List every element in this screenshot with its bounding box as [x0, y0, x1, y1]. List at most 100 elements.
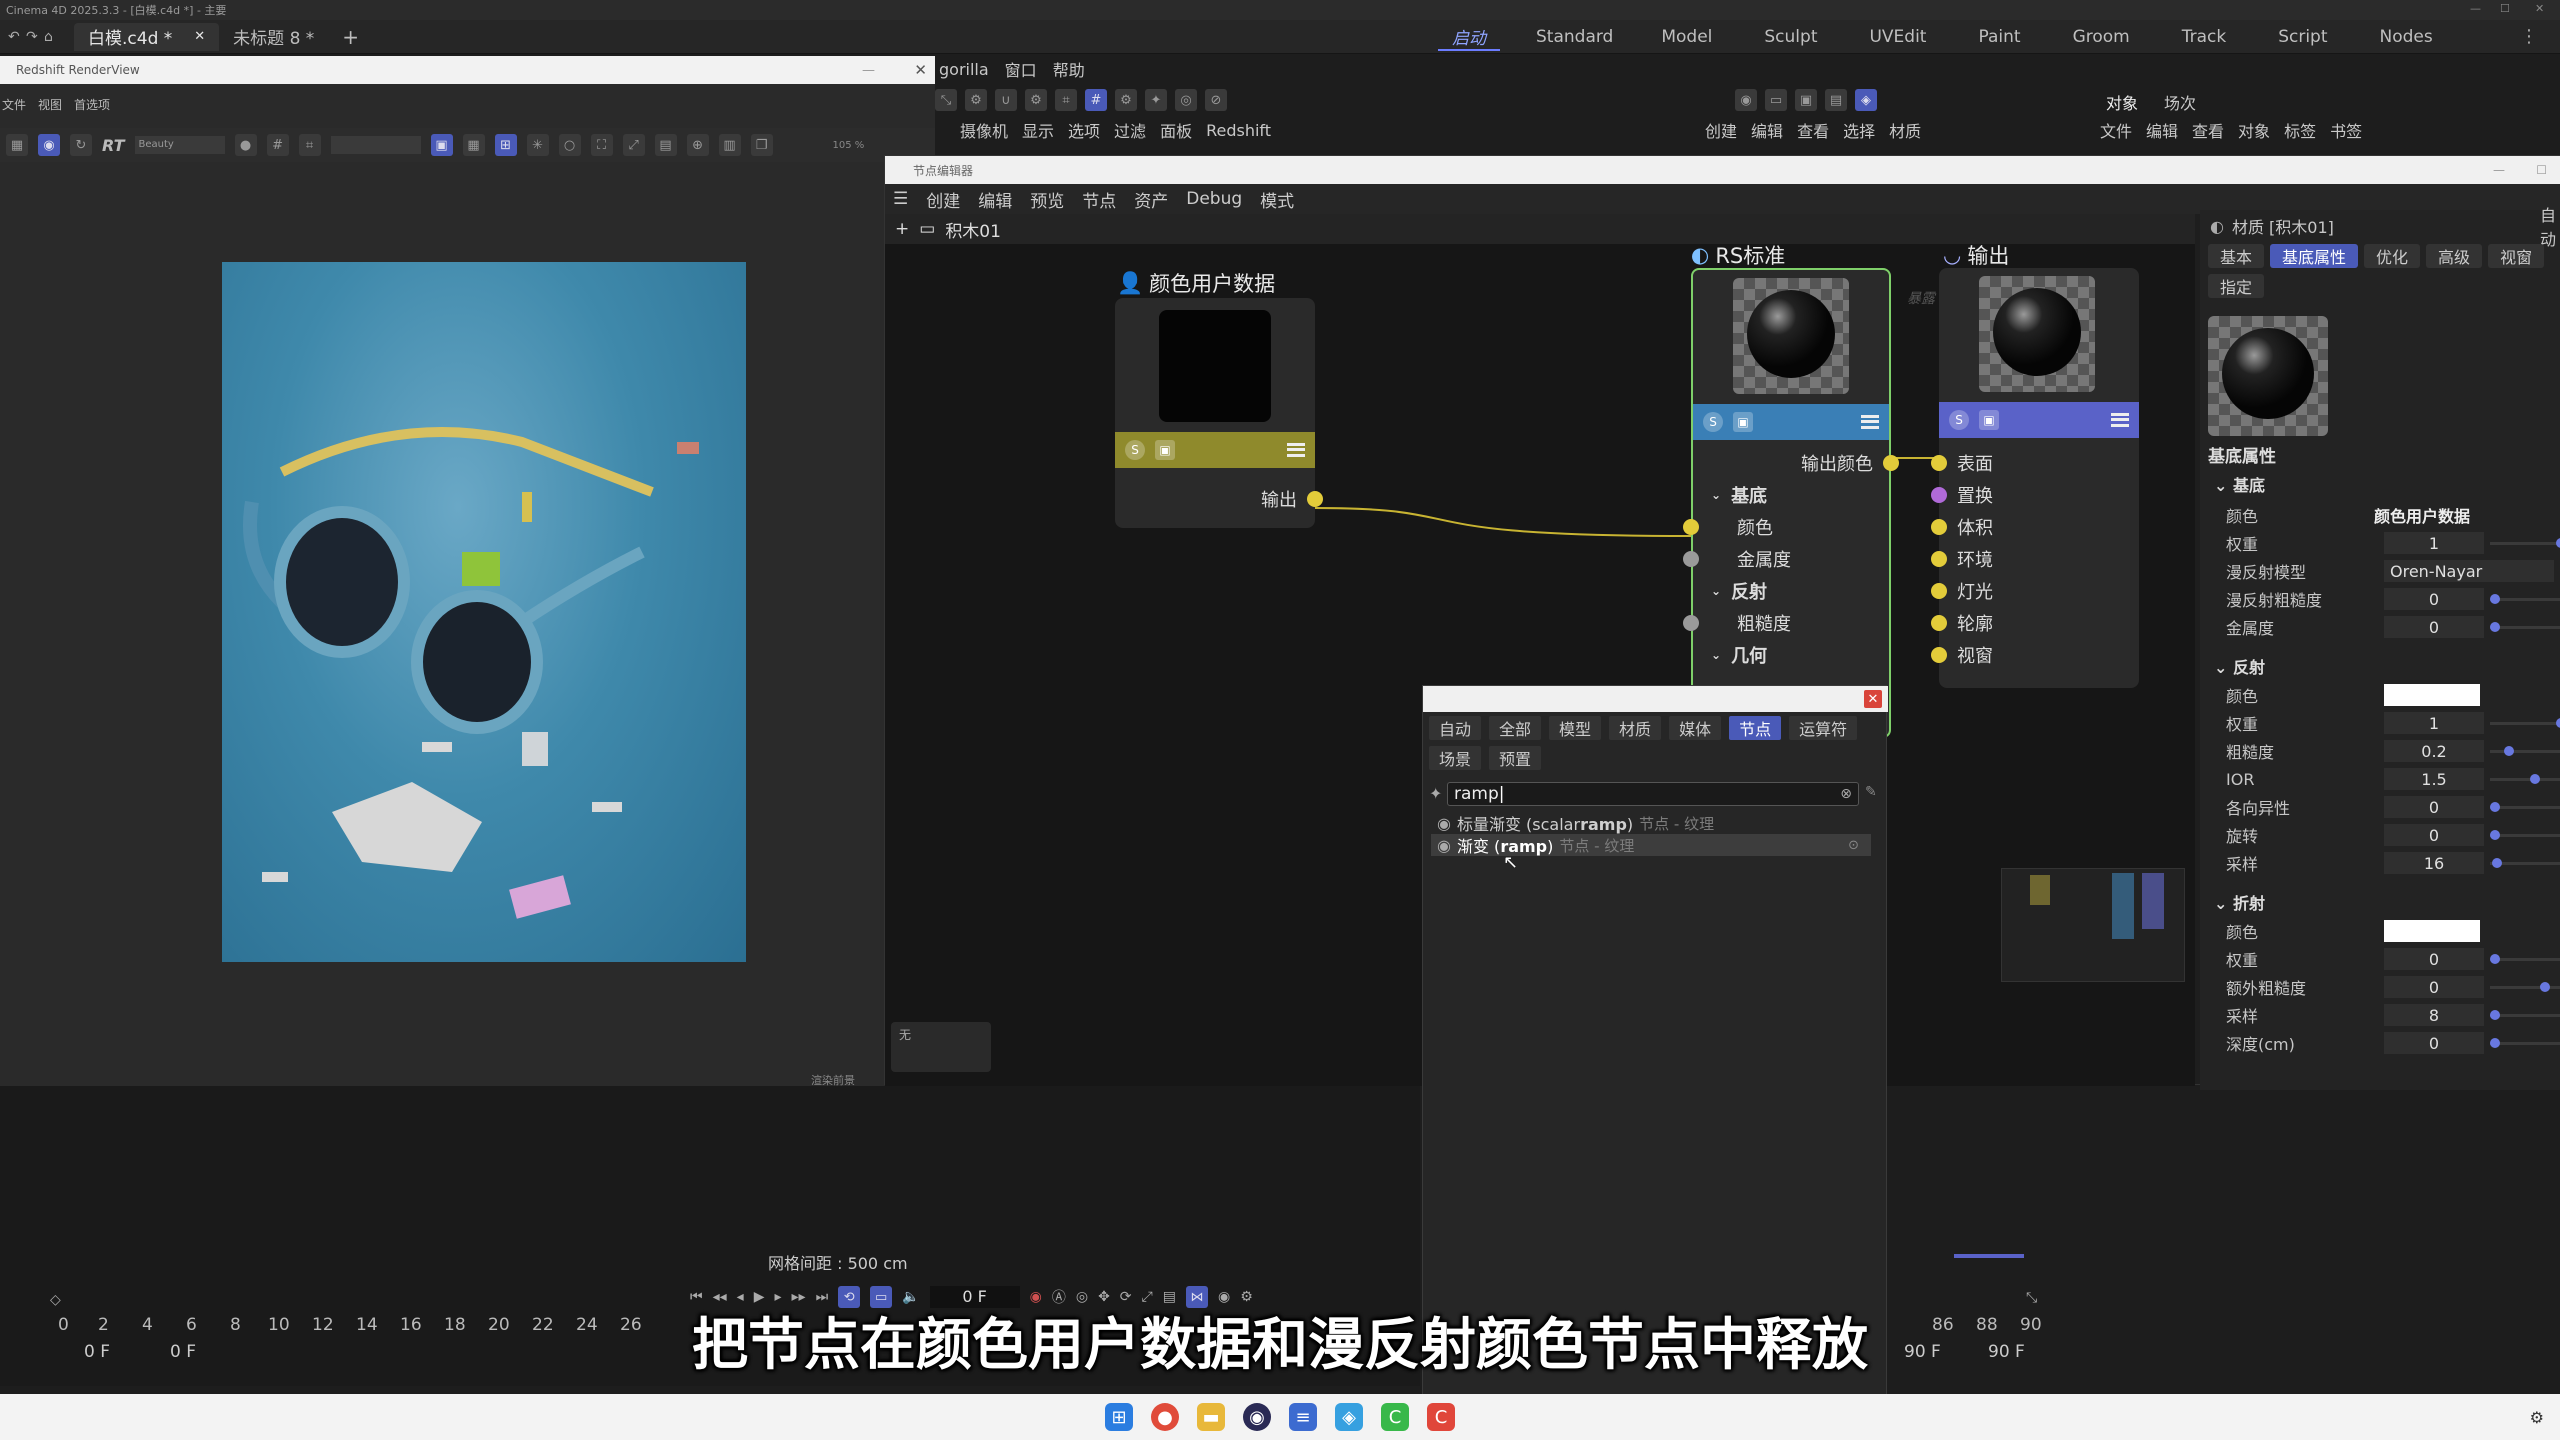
tab-advanced[interactable]: 高级	[2426, 244, 2483, 268]
close-tab-icon[interactable]: ✕	[194, 29, 205, 44]
popup-tab-operator[interactable]: 运算符	[1789, 716, 1858, 740]
new-tab-button[interactable]: +	[328, 23, 373, 51]
layout-tab-startup[interactable]: 启动	[1438, 24, 1500, 51]
maximize-button[interactable]: ☐	[2500, 2, 2510, 15]
image-icon[interactable]: ▣	[1155, 440, 1175, 460]
prop-diffuse-model[interactable]: 漫反射模型 Oren-Nayar	[2214, 558, 2560, 584]
sun-icon[interactable]: ✳	[526, 134, 549, 156]
menu-preferences[interactable]: 首选项	[74, 96, 110, 113]
port-roughness[interactable]: 粗糙度	[1683, 610, 1791, 636]
prev-frame-icon[interactable]: ◂	[737, 1289, 744, 1305]
add-snapshot-icon[interactable]: ⊕	[686, 134, 709, 156]
play-icon[interactable]: ▶	[754, 1289, 765, 1305]
notes-icon[interactable]: ≡	[1289, 1403, 1317, 1431]
om-menu-object[interactable]: 对象	[2238, 118, 2270, 142]
layout-tab-script[interactable]: Script	[2264, 27, 2341, 47]
ne-menu-edit[interactable]: 编辑	[978, 187, 1012, 212]
next-frame-icon[interactable]: ▸	[774, 1289, 781, 1305]
menu-select[interactable]: 选择	[1843, 118, 1875, 142]
ne-menu-debug[interactable]: Debug	[1186, 189, 1242, 209]
port-dot[interactable]	[1683, 519, 1699, 535]
camera-icon[interactable]: ◉	[1735, 89, 1757, 111]
menu-material[interactable]: 材质	[1889, 118, 1921, 142]
popup-tab-node[interactable]: 节点	[1729, 716, 1782, 740]
fit-icon[interactable]: ⛶	[590, 134, 613, 156]
solo-icon[interactable]: ⊘	[1205, 89, 1227, 111]
pin-icon[interactable]: ✎	[1865, 784, 1877, 800]
ne-menu-asset[interactable]: 资产	[1134, 187, 1168, 212]
breadcrumb-material[interactable]: 积木01	[945, 217, 1001, 242]
prop-refl-rotation[interactable]: 旋转 0	[2214, 822, 2560, 848]
section-base[interactable]: ⌄ 基底	[2214, 472, 2265, 496]
popup-tab-scene[interactable]: 场景	[1429, 746, 1482, 770]
render-icon[interactable]: ◉	[38, 134, 60, 156]
prop-metalness[interactable]: 金属度 0	[2214, 614, 2560, 640]
settings-icon[interactable]: ⚙	[965, 89, 987, 111]
prop-refl-color[interactable]: 颜色	[2214, 682, 2560, 708]
node-rs-standard[interactable]: S ▣ 输出颜色 ⌄ 基底 颜色 金属度 ⌄ 反射 粗糙度 ⌄ 几何	[1683, 268, 1899, 738]
port-dot[interactable]	[1307, 491, 1323, 507]
minimize-button[interactable]: —	[862, 63, 875, 78]
menu-window[interactable]: 窗口	[1005, 57, 1037, 81]
om-menu-bookmark[interactable]: 书签	[2330, 118, 2362, 142]
section-reflection[interactable]: ⌄ 反射	[2214, 654, 2265, 678]
node-output[interactable]: S ▣ 表面 置换 体积 环境 灯光 轮廓 视窗	[1931, 268, 2139, 688]
aov-dropdown[interactable]: Beauty	[134, 136, 225, 154]
motion-icon[interactable]: ◉	[1218, 1289, 1230, 1305]
prop-base-weight[interactable]: 权重 1	[2214, 530, 2560, 556]
group-base[interactable]: ⌄ 基底	[1711, 482, 1767, 508]
current-frame-field[interactable]: 0 F	[929, 1286, 1020, 1308]
layout-tab-standard[interactable]: Standard	[1522, 27, 1627, 47]
c4d-icon[interactable]: ◉	[1243, 1403, 1271, 1431]
maximize-button[interactable]: ☐	[2536, 163, 2547, 177]
bucket-icon[interactable]: ⊞	[494, 134, 517, 156]
layout-tab-track[interactable]: Track	[2168, 27, 2240, 47]
lock-icon[interactable]: ◎	[1175, 89, 1197, 111]
menu-options[interactable]: 选项	[1068, 118, 1100, 142]
redshift-icon[interactable]: ◈	[1855, 89, 1877, 111]
tab-optimize[interactable]: 优化	[2364, 244, 2421, 268]
om-menu-file[interactable]: 文件	[2100, 118, 2132, 142]
pla-key-icon[interactable]: ⋈	[1185, 1286, 1208, 1308]
minimap[interactable]	[2001, 868, 2185, 982]
image-icon[interactable]: ▣	[1733, 412, 1753, 432]
snap-icon[interactable]: ⚙	[1025, 89, 1047, 111]
app-green-icon[interactable]: C	[1381, 1403, 1409, 1431]
preview-toggle-icon[interactable]: S	[1703, 412, 1723, 432]
preview-toggle-icon[interactable]: S	[1949, 410, 1969, 430]
globe-icon[interactable]: ●	[234, 134, 257, 156]
port-metalness[interactable]: 金属度	[1683, 546, 1791, 572]
om-menu-edit[interactable]: 编辑	[2146, 118, 2178, 142]
prop-refr-extra-roughness[interactable]: 额外粗糙度 0	[2214, 974, 2560, 1000]
preview-start-field[interactable]: 0 F	[170, 1342, 196, 1362]
compare-icon[interactable]: ▥	[718, 134, 741, 156]
prop-refr-color[interactable]: 颜色	[2214, 918, 2560, 944]
undo-icon[interactable]: ↶	[8, 29, 26, 45]
grid-snap-icon[interactable]: #	[1085, 89, 1107, 111]
axis-icon[interactable]: ⤡	[935, 89, 957, 111]
browser-icon[interactable]: ◈	[1335, 1403, 1363, 1431]
range-icon[interactable]: ▭	[870, 1286, 893, 1308]
popup-tab-preset[interactable]: 预置	[1489, 746, 1542, 770]
app-red-icon[interactable]: C	[1427, 1403, 1455, 1431]
popup-tab-auto[interactable]: 自动	[1429, 716, 1482, 740]
menu-filter[interactable]: 过滤	[1114, 118, 1146, 142]
preview-toggle-icon[interactable]: S	[1125, 440, 1145, 460]
next-key-icon[interactable]: ▸▸	[792, 1289, 806, 1305]
tab-takes[interactable]: 场次	[2164, 90, 2196, 114]
layout-tab-uvedit[interactable]: UVEdit	[1855, 27, 1940, 47]
ne-menu-node[interactable]: 节点	[1082, 187, 1116, 212]
port-dot[interactable]	[1883, 455, 1899, 471]
prop-refl-roughness[interactable]: 粗糙度 0.2	[2214, 738, 2560, 764]
menu-view[interactable]: 查看	[1797, 118, 1829, 142]
end-frame-field[interactable]: 90 F	[1988, 1342, 2025, 1362]
om-menu-view[interactable]: 查看	[2192, 118, 2224, 142]
port-volume[interactable]: 体积	[1931, 514, 1993, 540]
workplane-icon[interactable]: ⌗	[1055, 89, 1077, 111]
prop-refr-samples[interactable]: 采样 8	[2214, 1002, 2560, 1028]
menu-edit[interactable]: 编辑	[1751, 118, 1783, 142]
render-region-icon[interactable]: ▭	[1765, 89, 1787, 111]
prop-refr-weight[interactable]: 权重 0	[2214, 946, 2560, 972]
tweak-icon[interactable]: ✦	[1145, 89, 1167, 111]
group-reflection[interactable]: ⌄ 反射	[1711, 578, 1767, 604]
